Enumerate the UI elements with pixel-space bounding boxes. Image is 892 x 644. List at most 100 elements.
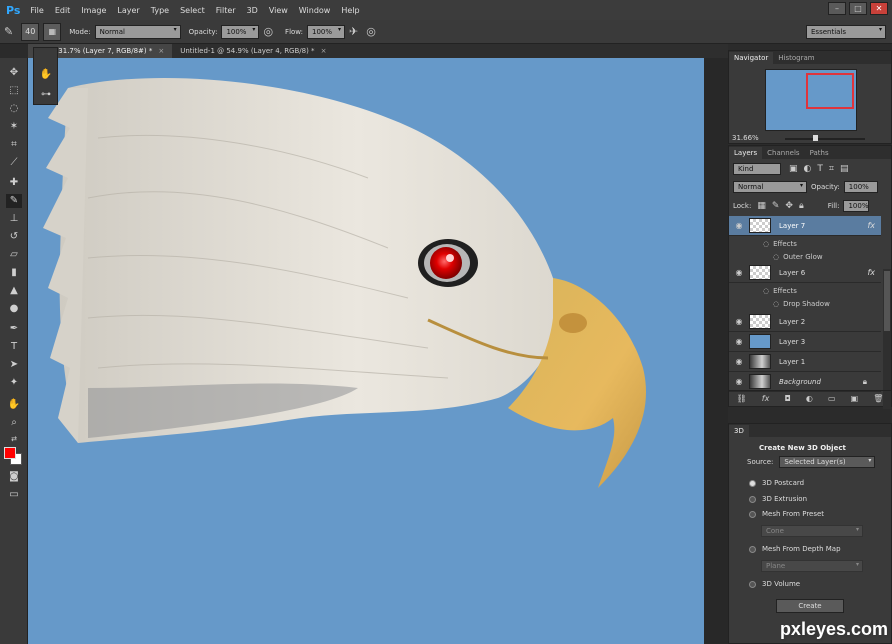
delete-layer-icon[interactable]: 🗑︎ [873,394,883,403]
source-select[interactable]: Selected Layer(s) ▾ [779,456,876,468]
radio-button[interactable] [749,545,756,553]
fx-icon[interactable]: fx [762,394,770,403]
document-canvas[interactable] [28,58,704,644]
tab-document-2[interactable]: Untitled-1 @ 54.9% (Layer 4, RGB/8) * × [172,44,334,58]
type-icon[interactable]: T [6,340,22,354]
scrollbar-thumb[interactable] [884,271,890,331]
tab-paths[interactable]: Paths [805,147,834,159]
layer-row-layer1[interactable]: ◉ Layer 1 [729,352,881,372]
visibility-eye-icon[interactable]: ◉ [729,268,749,277]
new-layer-icon[interactable]: ▣ [851,394,859,403]
visibility-eye-icon[interactable]: ◌ [773,300,779,308]
brush-presets-icon[interactable]: ✋ [38,68,54,82]
brush-tool-icon[interactable]: ✎ [4,25,13,38]
fx-icon[interactable]: fx [867,268,875,277]
swap-colors-icon[interactable]: ⇄ [6,432,22,446]
menu-select[interactable]: Select [180,6,205,15]
path-select-icon[interactable]: ➤ [6,358,22,372]
visibility-eye-icon[interactable]: ◉ [729,337,749,346]
layer-opacity-input[interactable]: 100% [843,180,878,193]
shape-filter-icon[interactable]: ⌗ [829,164,834,174]
workspace-select[interactable]: Essentials ▾ [806,25,886,39]
menu-view[interactable]: View [269,6,288,15]
menu-filter[interactable]: Filter [216,6,236,15]
dodge-icon[interactable]: ● [6,302,22,316]
navigator-zoom-slider[interactable] [785,135,865,141]
kind-filter-select[interactable]: Kind [733,162,781,175]
visibility-eye-icon[interactable]: ◌ [763,287,769,295]
layer-row-layer3[interactable]: ◉ Layer 3 [729,332,881,352]
foreground-color-swatch[interactable] [4,447,16,459]
marquee-icon[interactable]: ⬚ [6,84,22,98]
lock-all-icon[interactable]: 🔒︎ [799,201,804,211]
crop-icon[interactable]: ⌗ [6,138,22,152]
brush-panel-toggle-icon[interactable]: ▦ [43,22,62,41]
create-button[interactable]: Create [776,599,844,613]
close-icon[interactable]: × [321,47,327,55]
effect-row-drop-shadow[interactable]: ◌ Drop Shadow [729,297,881,310]
radio-button[interactable] [749,580,756,588]
visibility-eye-icon[interactable]: ◉ [729,377,749,386]
visibility-eye-icon[interactable]: ◉ [729,221,749,230]
layer-row-layer6[interactable]: ◉ Layer 6 fx [729,263,881,283]
brush-size-picker[interactable]: 40 [21,22,40,41]
tab-layers[interactable]: Layers [729,147,763,159]
flow-input[interactable]: 100% ▾ [307,24,346,39]
minimize-button[interactable]: – [828,2,846,15]
navigator-zoom-value[interactable]: 31.66% [732,134,759,142]
navigator-view-box[interactable] [806,73,854,109]
airbrush-icon[interactable]: ✈ [349,25,358,38]
gradient-icon[interactable]: ▮ [6,266,22,280]
maximize-button[interactable]: □ [849,2,867,15]
navigator-thumbnail[interactable] [765,69,857,131]
menu-file[interactable]: File [30,6,43,15]
radio-button[interactable] [749,495,756,503]
type-filter-icon[interactable]: T [817,164,823,174]
option-mesh-from-preset[interactable]: Mesh From Preset [749,510,824,518]
blur-icon[interactable]: ▲ [6,284,22,298]
pressure-size-icon[interactable]: ◎ [366,25,376,38]
lock-pixels-icon[interactable]: ✎ [772,201,780,211]
lock-transparent-icon[interactable]: ▦ [757,201,766,211]
magic-wand-icon[interactable]: ✶ [6,120,22,134]
menu-image[interactable]: Image [81,6,106,15]
radio-button[interactable] [749,479,756,487]
layer-row-layer7[interactable]: ◉ Layer 7 fx [729,216,881,236]
visibility-eye-icon[interactable]: ◉ [729,317,749,326]
slider-handle[interactable] [813,135,818,141]
close-icon[interactable]: × [158,47,164,55]
blend-mode-select[interactable]: Normal ▾ [733,180,807,193]
tab-histogram[interactable]: Histogram [773,52,819,64]
add-mask-icon[interactable]: ◘ [784,394,790,403]
menu-help[interactable]: Help [341,6,359,15]
adjustment-layer-icon[interactable]: ◐ [806,394,813,403]
tab-3d[interactable]: 3D [729,425,749,437]
layers-scrollbar[interactable] [883,269,891,409]
effects-row[interactable]: ◌ Effects [729,237,881,250]
pixel-filter-icon[interactable]: ▣ [789,164,798,174]
radio-button[interactable] [749,510,756,518]
visibility-eye-icon[interactable]: ◌ [763,240,769,248]
smart-object-filter-icon[interactable]: ▤ [840,164,849,174]
pen-icon[interactable]: ✒ [6,322,22,336]
move-icon[interactable]: ✥ [6,66,22,80]
zoom-icon[interactable]: ⌕ [6,416,22,430]
eraser-icon[interactable]: ▱ [6,248,22,262]
opacity-input[interactable]: 100% ▾ [221,24,260,39]
fx-icon[interactable]: fx [867,221,875,230]
visibility-eye-icon[interactable]: ◌ [773,253,779,261]
option-3d-extrusion[interactable]: 3D Extrusion [749,495,807,503]
option-3d-postcard[interactable]: 3D Postcard [749,479,804,487]
healing-icon[interactable]: ✚ [6,176,22,190]
brush-settings-icon[interactable]: ⊶ [38,88,54,102]
close-button[interactable]: ✕ [870,2,888,15]
menu-layer[interactable]: Layer [117,6,139,15]
eyedropper-icon[interactable]: ⟋ [6,156,22,170]
menu-window[interactable]: Window [299,6,331,15]
lock-position-icon[interactable]: ✥ [785,201,793,211]
effects-row[interactable]: ◌ Effects [729,284,881,297]
menu-3d[interactable]: 3D [247,6,258,15]
pressure-opacity-icon[interactable]: ◎ [263,25,273,38]
mode-select[interactable]: Normal ▾ [94,24,181,39]
hand-icon[interactable]: ✋ [6,398,22,412]
